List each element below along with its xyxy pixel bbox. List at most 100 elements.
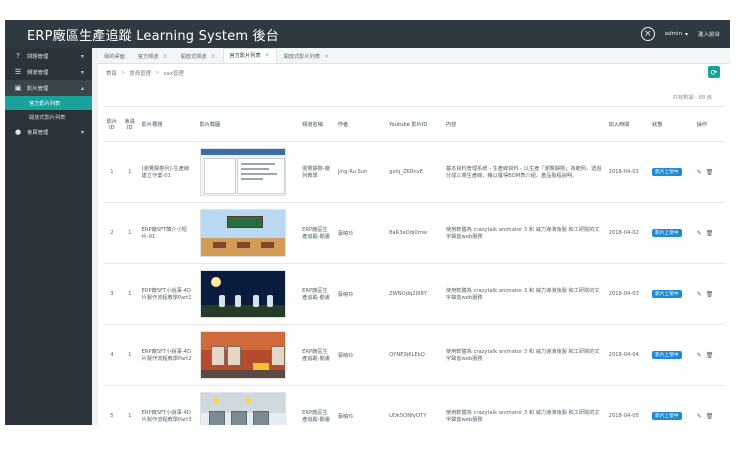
delete-icon[interactable]: 🗑 <box>706 169 714 176</box>
cell-status: 影片上架中 <box>649 263 694 325</box>
cell-channel-name: ERP廠區生產追蹤-動畫 <box>299 385 335 425</box>
breadcrumb-separator: > <box>154 70 160 76</box>
sidebar-collapse-handle[interactable] <box>92 48 98 425</box>
col-video-id: 影片ID <box>103 106 121 142</box>
cell-youtube-id: QYNE9j6LEkQ <box>386 324 443 386</box>
cell-channel-name: 瀏覽靜態-廠列教學 <box>299 141 335 203</box>
cell-status: 影片上架中 <box>649 385 694 425</box>
delete-icon[interactable]: 🗑 <box>706 230 714 237</box>
sidebar-item-videos[interactable]: ▣ 影片管理 ▴ <box>5 80 92 96</box>
close-icon[interactable]: × <box>324 53 329 60</box>
status-badge: 影片上架中 <box>652 351 682 359</box>
delete-icon[interactable]: 🗑 <box>706 413 714 420</box>
cell-thumbnail <box>196 202 300 264</box>
col-channel-name: 頻道名稱 <box>299 106 335 142</box>
cell-member-id: 1 <box>120 324 139 386</box>
cell-youtube-id: UDk5QNfyOTY <box>386 385 443 425</box>
top-bar: ERP廠區生產追蹤 Learning System 後台 × admin ▾ 進… <box>5 20 730 48</box>
cell-thumbnail <box>196 385 300 425</box>
edit-icon[interactable]: ✎ <box>697 230 702 237</box>
breadcrumb-row: 首頁 > 會員管理 > xxx管理 ⟳ <box>98 64 730 82</box>
video-thumbnail[interactable] <box>199 392 286 425</box>
edit-icon[interactable]: ✎ <box>697 413 702 420</box>
cell-video-id: 2 <box>103 202 121 264</box>
enter-frontend-link[interactable]: 進入前台 <box>698 30 720 38</box>
sidebar-item-label: 會員管理 <box>27 130 49 136</box>
total-count: 共有數據：88 條 <box>672 95 712 101</box>
cell-member-id: 1 <box>120 263 139 325</box>
video-thumbnail[interactable] <box>199 148 286 196</box>
cell-member-id: 1 <box>120 202 139 264</box>
edit-icon[interactable]: ✎ <box>697 169 702 176</box>
video-thumbnail[interactable] <box>199 209 286 257</box>
sidebar-item-label: 頻道管理 <box>27 70 49 76</box>
tab-open-channels[interactable]: 開放式頻道 × <box>175 50 222 63</box>
col-actions: 操作 <box>693 106 725 142</box>
cell-author: 蔡曉玲 <box>334 324 387 386</box>
row-actions: ✎ 🗑 <box>697 291 722 298</box>
tab-label: 開放式頻道 <box>180 54 207 60</box>
video-table: 影片ID 會員ID 影片標題 影片截圖 頻道名稱 作者 Youtube 影片ID… <box>103 106 725 425</box>
table-row: 2 1 ERP廠SFT簡介小短片-01 ERP廠區生產追蹤-動畫 蔡曉玲 8aR… <box>103 202 725 264</box>
cell-video-id: 1 <box>103 141 121 203</box>
table-header-row: 影片ID 會員ID 影片標題 影片截圖 頻道名稱 作者 Youtube 影片ID… <box>103 106 725 142</box>
cell-video-title: ERP廠SFT簡介小短片-01 <box>138 202 197 264</box>
cell-added-time: 2018-04-05 <box>605 385 650 425</box>
chevron-down-icon: ▾ <box>80 68 84 76</box>
breadcrumb-level-2: xxx管理 <box>163 71 184 77</box>
delete-icon[interactable]: 🗑 <box>706 352 714 359</box>
cell-content: 使用軟體為 crazytalk animator 3 和 威力導演後製 和工研院… <box>442 385 606 425</box>
col-added-time: 加入時間 <box>605 106 650 142</box>
sidebar: ? 問題管理 ▾ ☰ 頻道管理 ▾ ▣ 影片管理 ▴ 官方影片列表 開放式影片列… <box>5 48 92 425</box>
close-icon[interactable]: × <box>640 27 655 41</box>
user-name: admin <box>664 31 682 37</box>
row-actions: ✎ 🗑 <box>697 230 722 237</box>
sidebar-item-label: 問題管理 <box>27 54 49 60</box>
col-video-screenshot: 影片截圖 <box>196 106 300 142</box>
tab-label: 官方影片列表 <box>229 53 261 59</box>
sidebar-subitem-open-videos[interactable]: 開放式影片列表 <box>5 110 92 124</box>
cell-content: 使用軟體為 crazytalk animator 3 和 威力導演後製 和工研院… <box>442 202 606 264</box>
cell-video-title: [瀏覽靜態列]-生產線建立作業-01 <box>138 141 197 203</box>
sidebar-item-channels[interactable]: ☰ 頻道管理 ▾ <box>5 64 92 80</box>
video-thumbnail[interactable] <box>199 270 286 318</box>
tab-label: 官方頻道 <box>137 54 159 60</box>
delete-icon[interactable]: 🗑 <box>706 291 714 298</box>
tab-desktop[interactable]: 我的桌面 <box>98 50 131 63</box>
table-row: 4 1 ERP廠SFT小說事-4D片製作流程教學Part2 ERP廠區生產追蹤-… <box>103 324 725 386</box>
close-icon[interactable]: × <box>163 53 168 60</box>
video-thumbnail[interactable] <box>199 331 286 379</box>
cell-thumbnail <box>196 141 300 203</box>
sidebar-item-help[interactable]: ? 問題管理 ▾ <box>5 48 92 64</box>
cell-channel-name: ERP廠區生產追蹤-動畫 <box>299 202 335 264</box>
row-actions: ✎ 🗑 <box>697 169 722 176</box>
sidebar-item-members[interactable]: ● 會員管理 ▾ <box>5 124 92 140</box>
user-menu[interactable]: admin ▾ <box>665 31 688 38</box>
cell-youtube-id: golq_ZKRnvE <box>386 141 443 203</box>
cell-youtube-id: 8aR3eOdj0mw <box>386 202 443 264</box>
list-icon: ☰ <box>14 68 22 76</box>
cell-added-time: 2018-04-01 <box>605 141 650 203</box>
tab-official-videos[interactable]: 官方影片列表 × <box>222 48 277 63</box>
tab-official-channels[interactable]: 官方頻道 × <box>132 50 174 63</box>
cell-member-id: 1 <box>120 385 139 425</box>
close-icon[interactable]: × <box>211 53 216 60</box>
breadcrumb-level-1[interactable]: 會員管理 <box>129 69 151 77</box>
cell-author: 蔡曉玲 <box>334 385 387 425</box>
tab-open-videos[interactable]: 開放式影片列表 × <box>278 50 335 63</box>
cell-member-id: 1 <box>120 141 139 203</box>
sidebar-subitem-official-videos[interactable]: 官方影片列表 <box>5 96 92 110</box>
breadcrumb-home[interactable]: 首頁 <box>106 69 117 77</box>
cell-actions: ✎ 🗑 <box>693 324 725 386</box>
close-icon[interactable]: × <box>265 52 270 59</box>
cell-content: 使用軟體為 crazytalk animator 3 和 威力導演後製 和工研院… <box>442 324 606 386</box>
tab-label: 我的桌面 <box>104 54 125 60</box>
cell-status: 影片上架中 <box>649 141 694 203</box>
breadcrumb: 首頁 > 會員管理 > xxx管理 <box>106 69 184 77</box>
refresh-button[interactable]: ⟳ <box>708 66 720 78</box>
cell-actions: ✎ 🗑 <box>693 385 725 425</box>
edit-icon[interactable]: ✎ <box>697 352 702 359</box>
edit-icon[interactable]: ✎ <box>697 291 702 298</box>
table-row: 5 1 ERP廠SFT小說事-4D片製作流程教學Part3 ERP廠區生產追蹤-… <box>103 385 725 425</box>
col-status: 狀態 <box>649 106 694 142</box>
